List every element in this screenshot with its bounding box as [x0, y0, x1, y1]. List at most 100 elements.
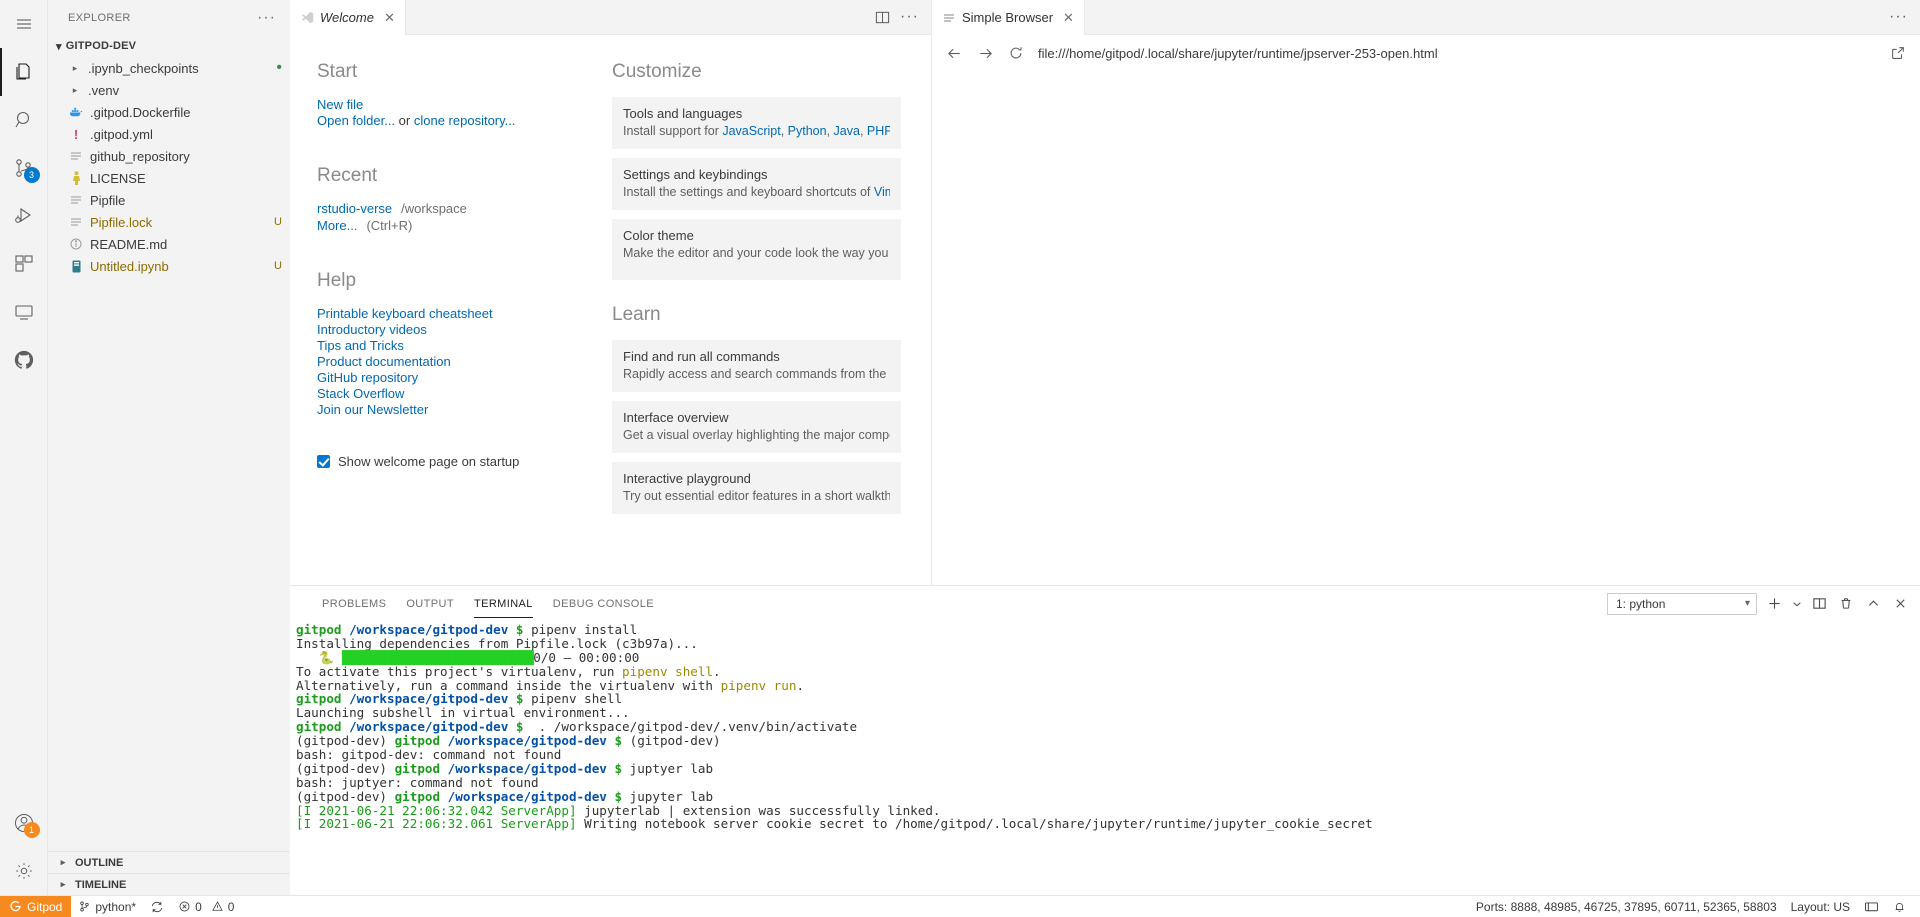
terminal-line: gitpod /workspace/gitpod-dev $ pipenv sh… [296, 691, 623, 707]
recent-more-row[interactable]: More... (Ctrl+R) [317, 218, 612, 233]
activity-bar-item-settings[interactable] [0, 847, 48, 895]
close-panel-button[interactable] [1890, 594, 1910, 614]
help-link-join-our-newsletter[interactable]: Join our Newsletter [317, 402, 612, 417]
tree-item-license[interactable]: LICENSE [48, 167, 290, 189]
tree-item-label: .venv [88, 82, 120, 98]
recent-more-link[interactable]: More... [317, 218, 357, 233]
tree-item-untitled-ipynb[interactable]: Untitled.ipynb U [48, 255, 290, 277]
split-terminal-button[interactable] [1809, 594, 1829, 614]
status-notifications-button[interactable] [1886, 896, 1920, 917]
chevron-right-icon: ▸ [60, 879, 66, 889]
link-javascript[interactable]: JavaScript [722, 124, 780, 138]
activity-bar-item-extensions[interactable] [0, 240, 48, 288]
learn-card-find-and-run-all-commands[interactable]: Find and run all commands Rapidly access… [612, 340, 901, 392]
activity-bar-item-remote-explorer[interactable] [0, 288, 48, 336]
tree-item-pipfile[interactable]: Pipfile [48, 189, 290, 211]
close-icon[interactable]: ✕ [1063, 10, 1074, 26]
recent-item[interactable]: rstudio-verse /workspace [317, 201, 612, 216]
sidebar-explorer: EXPLORER ··· ▾ GITPOD-DEV ▸ .ipynb_check… [48, 0, 290, 895]
learn-card-interactive-playground[interactable]: Interactive playground Try out essential… [612, 462, 901, 514]
tree-item-readme-md[interactable]: README.md [48, 233, 290, 255]
terminal-line: bash: juptyer: command not found [296, 774, 539, 790]
help-link-stack-overflow[interactable]: Stack Overflow [317, 386, 612, 401]
reload-icon[interactable] [1008, 45, 1024, 61]
customize-card-tools-and-languages[interactable]: Tools and languages Install support for … [612, 97, 901, 149]
activity-bar-item-run-and-debug[interactable] [0, 192, 48, 240]
learn-card-interface-overview[interactable]: Interface overview Get a visual overlay … [612, 401, 901, 453]
split-editor-icon[interactable] [875, 10, 890, 25]
status-branch[interactable]: python* [71, 896, 143, 917]
info-icon [68, 238, 84, 250]
panel-tab-terminal[interactable]: TERMINAL [464, 586, 543, 621]
help-link-printable-keyboard-cheatsheet[interactable]: Printable keyboard cheatsheet [317, 306, 612, 321]
back-arrow-icon[interactable] [946, 45, 963, 62]
activity-bar-item-search[interactable] [0, 96, 48, 144]
show-welcome-checkbox[interactable] [317, 455, 330, 468]
tab-welcome[interactable]: Welcome ✕ [290, 0, 406, 35]
terminal-selector-dropdown[interactable]: 1: python ▾ [1607, 592, 1757, 615]
link-python[interactable]: Python [788, 124, 827, 138]
file-status-badge: U [274, 216, 282, 228]
tree-item-ipynb-checkpoints[interactable]: ▸ .ipynb_checkpoints • [48, 57, 290, 79]
customize-card-color-theme[interactable]: Color theme Make the editor and your cod… [612, 219, 901, 280]
close-icon[interactable]: ✕ [384, 10, 395, 26]
link-php[interactable]: PHP [867, 124, 890, 138]
help-link-tips-and-tricks[interactable]: Tips and Tricks [317, 338, 612, 353]
tab-simple-browser[interactable]: Simple Browser ✕ [932, 0, 1085, 35]
tree-item-pipfile-lock[interactable]: Pipfile.lock U [48, 211, 290, 233]
tree-root-gitpod-dev[interactable]: ▾ GITPOD-DEV [48, 35, 290, 57]
status-ports[interactable]: Ports: 8888, 48985, 46725, 37895, 60711,… [1469, 896, 1784, 917]
sidebar-section-timeline[interactable]: ▸ TIMELINE [48, 873, 290, 895]
recent-item-name[interactable]: rstudio-verse [317, 201, 392, 216]
panel-tab-problems[interactable]: PROBLEMS [312, 586, 396, 621]
tree-item-github-repository[interactable]: github_repository [48, 145, 290, 167]
link-java[interactable]: Java [834, 124, 860, 138]
open-external-icon[interactable] [1890, 45, 1906, 61]
status-layout-label: Layout: US [1790, 899, 1850, 914]
status-sync-button[interactable] [143, 896, 171, 917]
docker-icon [68, 106, 84, 118]
new-file-link[interactable]: New file [317, 97, 612, 112]
workbench-body: 3 1 EXPLORER ··· ▾ GITPOD-DEV ▸ .ipynb_c… [0, 0, 1920, 895]
link-vim[interactable]: Vim [874, 185, 890, 199]
activity-bar-item-accounts[interactable]: 1 [0, 799, 48, 847]
activity-bar-item-github[interactable] [0, 336, 48, 384]
welcome-section-recent: Recent rstudio-verse /workspace More... … [317, 165, 612, 233]
editor-more-actions-icon[interactable]: ··· [900, 9, 919, 25]
editor-group-right: Simple Browser ✕ ··· file:///home/gitpod… [932, 0, 1920, 585]
activity-bar-item-explorer[interactable] [0, 48, 48, 96]
new-terminal-button[interactable] [1764, 594, 1784, 614]
status-layout[interactable]: Layout: US [1784, 896, 1857, 917]
panel-tab-debug-console[interactable]: DEBUG CONSOLE [543, 586, 664, 621]
customize-card-settings-and-keybindings[interactable]: Settings and keybindings Install the set… [612, 158, 901, 210]
open-folder-link[interactable]: Open folder... [317, 113, 395, 128]
status-gitpod-button[interactable]: Gitpod [0, 895, 72, 917]
sidebar-section-outline[interactable]: ▸ OUTLINE [48, 851, 290, 873]
editor-more-actions-icon[interactable]: ··· [1889, 9, 1908, 25]
vscode-window: 3 1 EXPLORER ··· ▾ GITPOD-DEV ▸ .ipynb_c… [0, 0, 1920, 917]
help-link-product-documentation[interactable]: Product documentation [317, 354, 612, 369]
new-terminal-dropdown-icon[interactable] [1791, 594, 1802, 614]
browser-url-input[interactable]: file:///home/gitpod/.local/share/jupyter… [1038, 46, 1876, 61]
panel-tab-output[interactable]: OUTPUT [396, 586, 464, 621]
hamburger-menu-icon[interactable] [0, 0, 48, 48]
sidebar-more-actions-icon[interactable]: ··· [251, 9, 282, 25]
terminal-output[interactable]: gitpod /workspace/gitpod-dev $ pipenv in… [290, 621, 1920, 895]
file-tree: ▸ .ipynb_checkpoints • ▸ .venv .gitpod.D… [48, 57, 290, 277]
activity-bar-item-source-control[interactable]: 3 [0, 144, 48, 192]
help-link-github-repository[interactable]: GitHub repository [317, 370, 612, 385]
forward-arrow-icon[interactable] [977, 45, 994, 62]
status-problems[interactable]: 0 0 [171, 896, 241, 917]
status-screencast-button[interactable] [1857, 896, 1886, 917]
tree-item-gitpod-dockerfile[interactable]: .gitpod.Dockerfile [48, 101, 290, 123]
tree-item-gitpod-yml[interactable]: ! .gitpod.yml [48, 123, 290, 145]
clone-repository-link[interactable]: clone repository... [414, 113, 516, 128]
kill-terminal-button[interactable] [1836, 594, 1856, 614]
tree-item-venv[interactable]: ▸ .venv [48, 79, 290, 101]
card-body: Get a visual overlay highlighting the ma… [623, 428, 890, 442]
editor-and-panel: Welcome ✕ ··· Start New file Open folder… [290, 0, 1920, 895]
show-welcome-on-startup-row[interactable]: Show welcome page on startup [317, 454, 612, 469]
help-link-introductory-videos[interactable]: Introductory videos [317, 322, 612, 337]
welcome-right-column: Customize Tools and languages Install su… [612, 61, 912, 551]
maximize-panel-button[interactable] [1863, 594, 1883, 614]
